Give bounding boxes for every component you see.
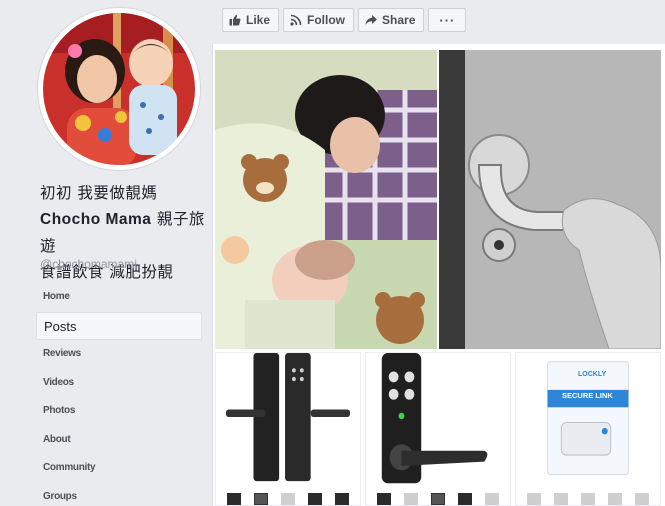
- thumbnail[interactable]: [226, 493, 241, 505]
- left-sidebar: 初初 我要做靚媽 Chocho Mama 親子旅遊 食譜飲食 減肥扮靚 @cho…: [0, 0, 212, 506]
- share-arrow-icon: [365, 15, 378, 25]
- photo-smart-lock-1[interactable]: [215, 352, 361, 506]
- follow-button[interactable]: Follow: [283, 8, 355, 32]
- thumbnail-strip: [366, 491, 510, 505]
- share-button[interactable]: Share: [358, 8, 425, 32]
- like-button[interactable]: Like: [222, 8, 280, 32]
- page-title-line-1: 初初 我要做靚媽: [40, 184, 158, 202]
- nav-item-posts[interactable]: Posts: [36, 311, 202, 340]
- photo-post-panel: LOCKLY SECURE LINK: [212, 44, 665, 506]
- page-title-brand: Chocho Mama: [40, 211, 152, 228]
- nav-item-community[interactable]: Community: [36, 454, 202, 483]
- nav-item-reviews[interactable]: Reviews: [36, 340, 202, 369]
- share-label: Share: [382, 13, 416, 27]
- thumbnail[interactable]: [430, 493, 445, 505]
- thumbnail[interactable]: [608, 493, 623, 505]
- sleeping-mother-baby-image: [215, 50, 437, 349]
- thumbnail[interactable]: [635, 493, 650, 505]
- smart-lock-image-1: [216, 353, 360, 505]
- thumbnail[interactable]: [335, 493, 350, 505]
- page-title-line-2: Chocho Mama 親子旅遊: [40, 206, 208, 259]
- thumbnail-strip: [516, 491, 660, 505]
- thumbnail[interactable]: [553, 493, 568, 505]
- thumbs-up-icon: [229, 14, 241, 26]
- thumbnail[interactable]: [485, 493, 500, 505]
- avatar-photo: [43, 13, 195, 165]
- like-label: Like: [246, 13, 271, 27]
- follow-label: Follow: [307, 13, 346, 27]
- thumbnail-strip: [216, 491, 360, 505]
- more-options-button[interactable]: ···: [428, 8, 467, 32]
- photo-door-handle[interactable]: [439, 50, 661, 349]
- thumbnail[interactable]: [376, 493, 391, 505]
- avatar[interactable]: [43, 13, 195, 165]
- door-handle-image: [439, 50, 661, 349]
- product-box-brand: LOCKLY: [578, 371, 607, 378]
- nav-item-about[interactable]: About: [36, 426, 202, 455]
- smart-lock-image-2: [366, 353, 510, 505]
- thumbnail[interactable]: [458, 493, 473, 505]
- nav-item-videos[interactable]: Videos: [36, 369, 202, 398]
- photo-secure-link-box[interactable]: LOCKLY SECURE LINK: [515, 352, 661, 506]
- photo-sleeping-mother-baby[interactable]: [215, 50, 437, 349]
- photo-smart-lock-2[interactable]: [365, 352, 511, 506]
- thumbnail[interactable]: [308, 493, 323, 505]
- nav-item-photos[interactable]: Photos: [36, 397, 202, 426]
- rss-feed-icon: [290, 14, 302, 26]
- thumbnail[interactable]: [403, 493, 418, 505]
- page-username[interactable]: @chochomamami: [40, 257, 137, 271]
- nav-item-home[interactable]: Home: [36, 283, 202, 312]
- page-actions: Like Follow Share ···: [222, 8, 470, 32]
- thumbnail[interactable]: [526, 493, 541, 505]
- thumbnail[interactable]: [253, 493, 268, 505]
- thumbnail[interactable]: [280, 493, 295, 505]
- nav-item-groups[interactable]: Groups: [36, 483, 202, 506]
- page-nav: Home Posts Reviews Videos Photos About C…: [36, 283, 202, 506]
- thumbnail[interactable]: [580, 493, 595, 505]
- product-box-title: SECURE LINK: [562, 391, 613, 400]
- profile-picture-frame[interactable]: [38, 8, 200, 170]
